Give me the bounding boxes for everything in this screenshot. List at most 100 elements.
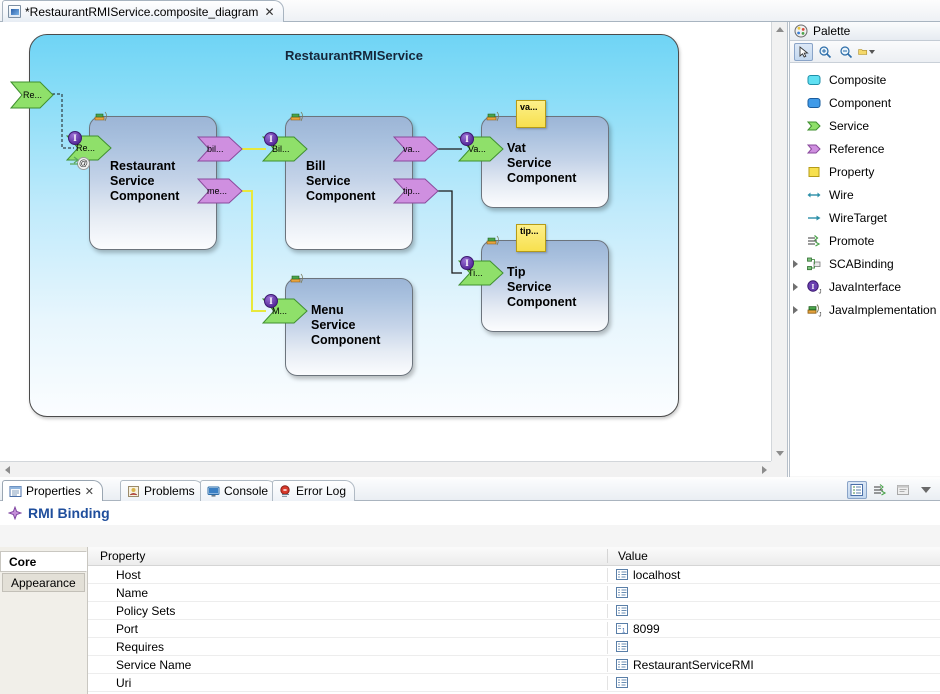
table-row[interactable]: Requires	[88, 638, 940, 656]
diagram-canvas[interactable]: RestaurantRMIService Re... Restaurant Se…	[0, 22, 772, 461]
reference-port-bill[interactable]: bil...	[197, 136, 243, 162]
canvas-vertical-scrollbar[interactable]	[771, 22, 787, 461]
service-port-tip[interactable]: I Ti...	[458, 256, 504, 286]
show-advanced-button[interactable]	[870, 481, 890, 499]
tab-label: Properties	[26, 484, 81, 498]
svg-text:J: J	[819, 289, 822, 295]
table-row[interactable]: Port 1 8099	[88, 620, 940, 638]
magnifier-plus-icon	[818, 45, 831, 58]
palette-item-javainterface[interactable]: I J JavaInterface	[790, 275, 940, 298]
magnifier-minus-icon	[839, 45, 852, 58]
property-value-cell[interactable]: 1 8099	[608, 622, 940, 636]
side-tab-core[interactable]: Core	[0, 551, 87, 572]
property-value-cell[interactable]: RestaurantServiceRMI	[608, 658, 940, 672]
close-icon[interactable]: ✕	[85, 485, 94, 498]
table-row[interactable]: Policy Sets	[88, 602, 940, 620]
palette-item-composite[interactable]: Composite	[790, 68, 940, 91]
palette-item-javaimplementation[interactable]: J JavaImplementation	[790, 298, 940, 321]
component-tip[interactable]: Tip Service Component	[481, 235, 609, 332]
property-value-cell[interactable]	[608, 641, 940, 652]
table-row[interactable]: Service Name RestaurantServiceRMI	[88, 656, 940, 674]
side-tab-label: Appearance	[11, 575, 76, 590]
close-icon[interactable]: ✕	[264, 5, 274, 19]
problems-icon	[128, 485, 139, 497]
palette-item-wiretarget[interactable]: WireTarget	[790, 206, 940, 229]
scroll-up-icon[interactable]	[776, 27, 784, 32]
text-value-icon	[616, 641, 628, 652]
palette-item-property[interactable]: Property	[790, 160, 940, 183]
tab-properties[interactable]: Properties ✕	[2, 480, 103, 501]
scroll-left-icon[interactable]	[5, 466, 10, 474]
expander-arrow-icon[interactable]	[792, 282, 800, 291]
palette-item-label: JavaImplementation	[829, 302, 937, 317]
palette-item-component[interactable]: Component	[790, 91, 940, 114]
editor-tab-label: *RestaurantRMIService.composite_diagram	[25, 4, 259, 19]
service-port-vat[interactable]: I Va...	[458, 132, 504, 162]
diagram-file-icon	[8, 5, 21, 18]
editor-tab-bar: *RestaurantRMIService.composite_diagram …	[0, 0, 940, 22]
component-menu[interactable]: Menu Service Component	[285, 273, 413, 376]
java-interface-badge: I	[264, 132, 278, 146]
palette-item-service[interactable]: Service	[790, 114, 940, 137]
component-icon	[806, 95, 822, 111]
property-note-tip[interactable]: tip...	[516, 224, 546, 252]
palette-item-reference[interactable]: Reference	[790, 137, 940, 160]
expander-arrow-icon[interactable]	[792, 259, 800, 268]
tab-label: Problems	[144, 484, 195, 498]
zoom-in-tool[interactable]	[815, 43, 834, 61]
component-vat[interactable]: Vat Service Component	[481, 111, 609, 208]
reference-port-menu[interactable]: me...	[197, 178, 243, 204]
palette-item-scabinding[interactable]: SCABinding	[790, 252, 940, 275]
property-icon	[806, 164, 822, 180]
tab-error-log[interactable]: Error Log	[272, 480, 356, 501]
error-log-icon	[280, 484, 290, 497]
promote-icon	[806, 233, 822, 249]
properties-table[interactable]: Property Value Host localhost Name Polic…	[88, 547, 940, 694]
table-row[interactable]: Name	[88, 584, 940, 602]
javaimplementation-icon: J	[806, 302, 822, 318]
palette-layout-menu[interactable]	[857, 43, 876, 61]
reference-port-tip[interactable]: tip...	[393, 178, 439, 204]
column-header-value: Value	[618, 549, 648, 563]
expander	[792, 99, 800, 107]
reference-port-vat[interactable]: va...	[393, 136, 439, 162]
property-value-cell[interactable]	[608, 605, 940, 616]
restore-button[interactable]	[893, 481, 913, 499]
property-name: Name	[88, 585, 608, 600]
scroll-down-icon[interactable]	[776, 451, 784, 456]
table-row[interactable]: Host localhost	[88, 566, 940, 584]
property-value-cell[interactable]: localhost	[608, 568, 940, 582]
select-tool[interactable]	[794, 42, 813, 61]
property-note-vat[interactable]: va...	[516, 100, 546, 128]
service-port-menu[interactable]: I M...	[262, 294, 308, 324]
palette-item-wire[interactable]: Wire	[790, 183, 940, 206]
expander	[792, 76, 800, 84]
canvas-horizontal-scrollbar[interactable]	[0, 461, 772, 477]
property-value-cell[interactable]	[608, 677, 940, 688]
palette-item-label: Service	[829, 118, 870, 133]
column-header-property: Property	[88, 549, 608, 563]
show-categories-button[interactable]	[847, 481, 867, 499]
property-value-cell[interactable]	[608, 587, 940, 598]
table-row[interactable]: Uri	[88, 674, 940, 692]
palette-item-promote[interactable]: Promote	[790, 229, 940, 252]
expander	[792, 237, 800, 245]
port-label: tip...	[403, 186, 421, 196]
diagram-editor[interactable]: RestaurantRMIService Re... Restaurant Se…	[0, 22, 788, 477]
chevron-down-icon	[921, 487, 931, 493]
zoom-out-tool[interactable]	[836, 43, 855, 61]
expander	[792, 191, 800, 199]
service-port-bill[interactable]: I Bil...	[262, 132, 308, 162]
tab-console[interactable]: Console	[200, 480, 278, 501]
palette-item-label: Composite	[829, 72, 887, 87]
expander-arrow-icon[interactable]	[792, 305, 800, 314]
palette-item-label: Component	[829, 95, 892, 110]
palette-items: Composite Component Service Reference Pr…	[790, 63, 940, 476]
view-menu-button[interactable]	[916, 481, 936, 499]
side-tab-appearance[interactable]: Appearance	[2, 573, 85, 592]
tab-problems[interactable]: Problems	[120, 480, 204, 501]
promoted-service-restaurant[interactable]: Re...	[10, 81, 54, 109]
editor-tab-composite-diagram[interactable]: *RestaurantRMIService.composite_diagram …	[2, 0, 284, 22]
svg-text:J: J	[819, 312, 822, 318]
scroll-right-icon[interactable]	[762, 466, 767, 474]
